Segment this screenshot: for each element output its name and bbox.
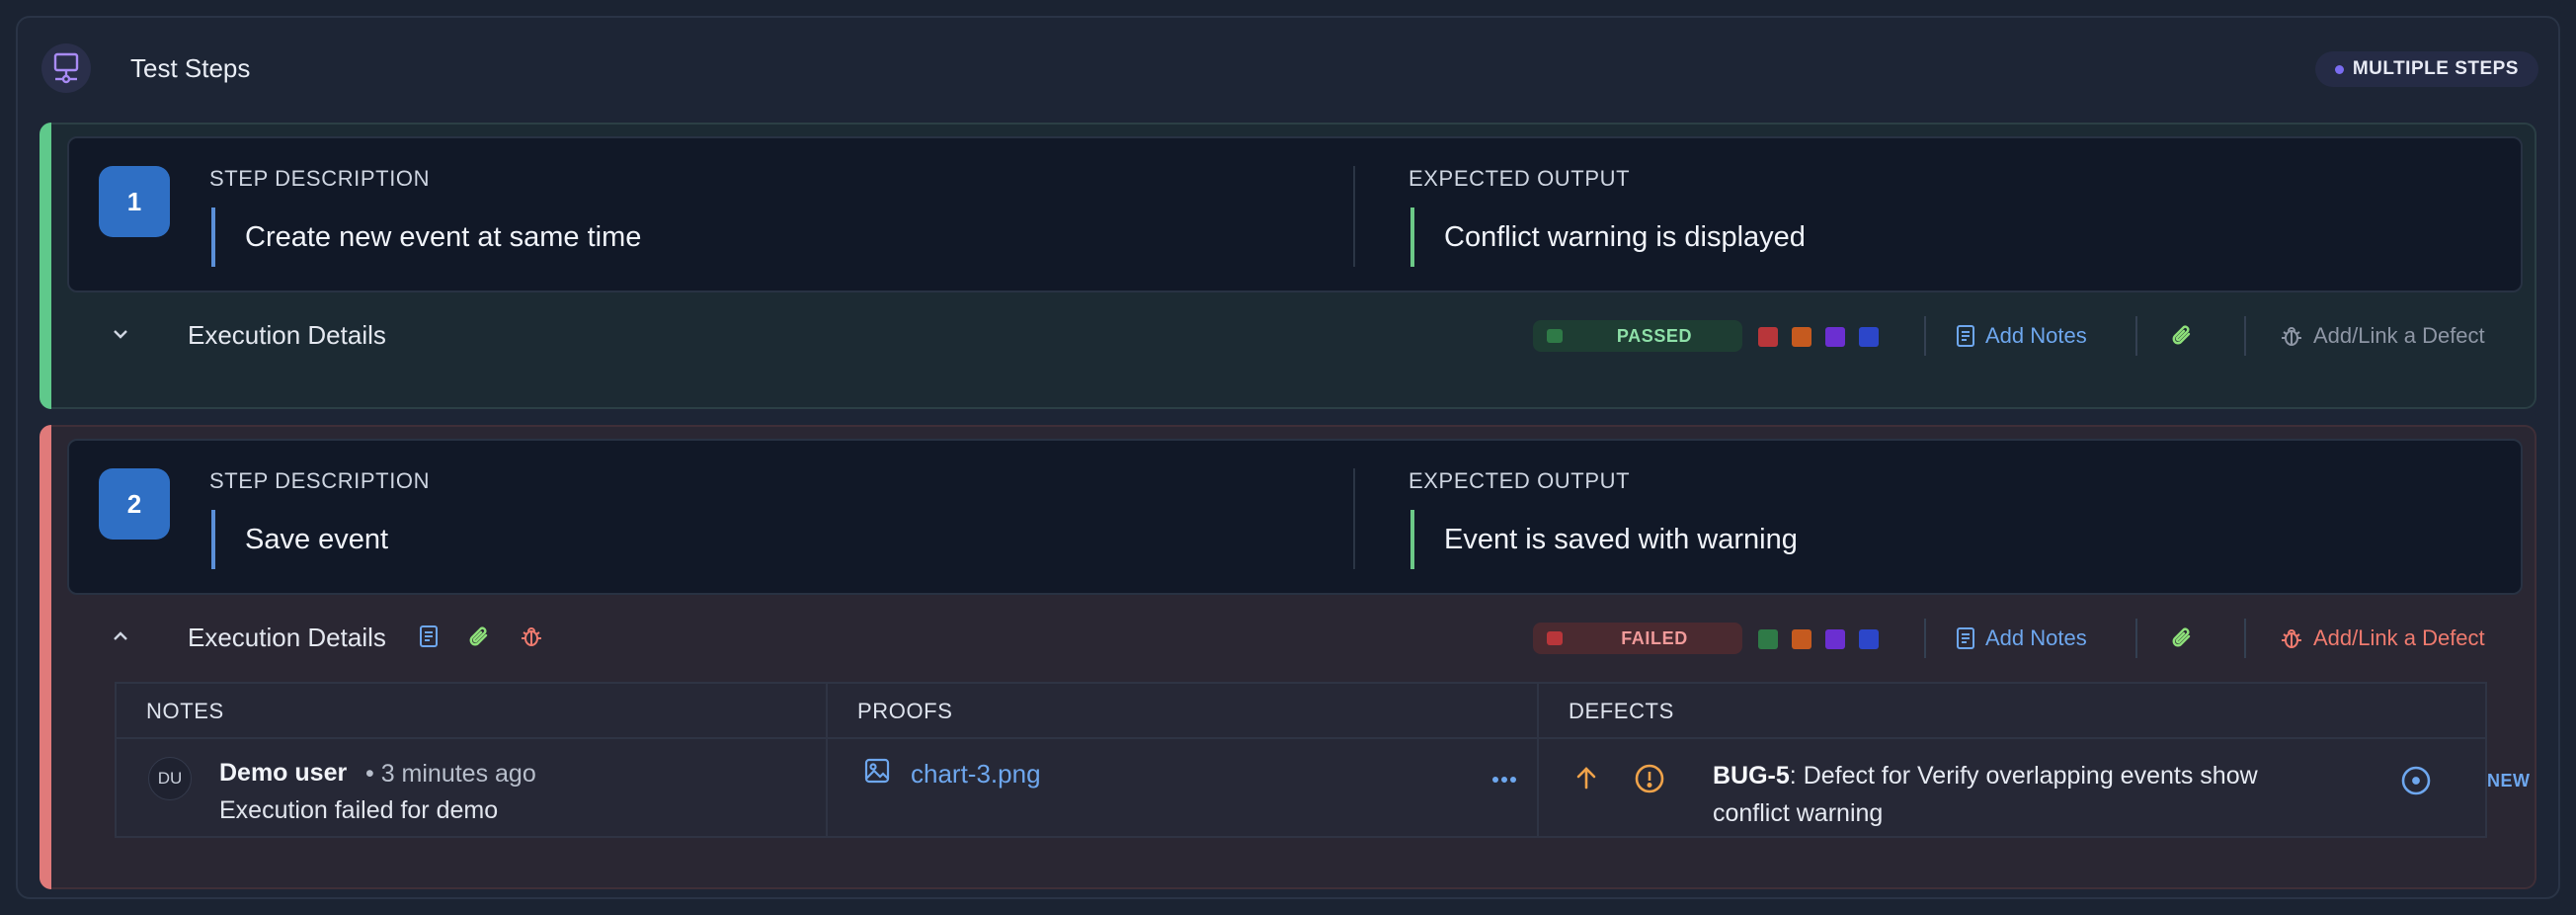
panel-header: Test Steps MULTIPLE STEPS [38, 40, 2538, 101]
avatar: DU [148, 757, 192, 800]
bug-icon [522, 627, 541, 646]
divider [2135, 619, 2137, 658]
paperclip-icon [469, 626, 488, 646]
proofs-column: PROOFS chart-3.png [828, 684, 1539, 836]
defect-status-icon [2400, 765, 2432, 801]
execution-details-row: Execution Details FAILED Add Notes Add/L… [67, 609, 2523, 668]
test-step-2: 2 STEP DESCRIPTION Save event EXPECTED O… [40, 425, 2536, 889]
step-card: 2 STEP DESCRIPTION Save event EXPECTED O… [67, 439, 2523, 595]
defects-column: DEFECTS BUG-5: Defect for Verify overlap… [1539, 684, 2530, 836]
step-description-label: STEP DESCRIPTION [209, 468, 431, 493]
note-author: Demo user [219, 759, 348, 787]
status-swatch-blocked[interactable] [1792, 327, 1811, 347]
defects-header: DEFECTS [1539, 684, 2485, 739]
status-swatches [1758, 327, 1879, 347]
status-color-dot [1547, 631, 1563, 645]
step-description: Create new event at same time [211, 208, 641, 267]
defect-title: : Defect for Verify overlapping events s… [1713, 762, 2258, 827]
status-swatch-retest[interactable] [1859, 327, 1879, 347]
divider [1924, 619, 1926, 658]
defect-summary[interactable]: BUG-5: Defect for Verify overlapping eve… [1713, 757, 2286, 832]
notes-header: NOTES [117, 684, 826, 739]
status-swatch-blocked[interactable] [1792, 629, 1811, 649]
paperclip-icon [2172, 325, 2191, 345]
column-divider [1353, 166, 1355, 267]
status-swatch-retest[interactable] [1859, 629, 1879, 649]
add-link-defect-button[interactable]: Add/Link a Defect [2280, 320, 2485, 352]
divider [1924, 316, 1926, 356]
expected-output: Event is saved with warning [1410, 510, 1798, 569]
defect-status-label: NEW [2487, 771, 2531, 790]
multiple-steps-badge: MULTIPLE STEPS [2314, 51, 2538, 87]
bug-icon [2282, 629, 2301, 648]
execution-details-toggle[interactable]: Execution Details [188, 320, 386, 351]
priority-arrow-up-icon [1574, 765, 1598, 795]
status-color-dot [1547, 329, 1563, 343]
attach-proof-button[interactable] [2169, 623, 2195, 654]
notes-icon [420, 625, 438, 647]
status-dropdown[interactable]: FAILED [1533, 623, 1742, 654]
status-swatch-skipped[interactable] [1825, 629, 1845, 649]
note-timestamp: • 3 minutes ago [365, 760, 536, 788]
status-dropdown[interactable]: PASSED [1533, 320, 1742, 352]
proof-file-link[interactable]: chart-3.png [911, 759, 1041, 790]
status-swatch-skipped[interactable] [1825, 327, 1845, 347]
add-link-defect-label: Add/Link a Defect [2313, 323, 2485, 348]
defect-id: BUG-5 [1713, 762, 1790, 790]
execution-details-row: Execution Details PASSED Add Notes Add/L… [67, 306, 2523, 366]
chevron-up-icon[interactable] [111, 626, 130, 646]
add-link-defect-button[interactable]: Add/Link a Defect [2280, 623, 2485, 654]
status-label: FAILED [1621, 628, 1688, 648]
panel-title: Test Steps [130, 53, 251, 83]
step-number: 2 [99, 468, 170, 540]
notes-icon [1957, 627, 1974, 649]
image-icon [863, 757, 891, 790]
step-number: 1 [99, 166, 170, 237]
test-steps-panel: Test Steps MULTIPLE STEPS 1 STEP DESCRIP… [16, 16, 2560, 899]
bug-icon [2282, 327, 2301, 346]
execution-summary-icons [419, 624, 543, 650]
test-steps-icon [41, 43, 91, 93]
divider [2135, 316, 2137, 356]
attach-proof-button[interactable] [2169, 320, 2195, 352]
add-notes-label: Add Notes [1985, 625, 2087, 650]
expected-output: Conflict warning is displayed [1410, 208, 1806, 267]
paperclip-icon [2172, 627, 2191, 647]
divider [2244, 316, 2246, 356]
add-notes-button[interactable]: Add Notes [1956, 320, 2087, 352]
expected-output-label: EXPECTED OUTPUT [1409, 468, 1631, 493]
more-options-icon[interactable] [1491, 771, 1517, 789]
divider [2244, 619, 2246, 658]
add-notes-button[interactable]: Add Notes [1956, 623, 2087, 654]
execution-details-toggle[interactable]: Execution Details [188, 623, 386, 653]
status-label: PASSED [1616, 326, 1693, 346]
status-swatches [1758, 629, 1879, 649]
notes-column: NOTES DU Demo user • 3 minutes ago Execu… [117, 684, 828, 836]
notes-icon [1957, 325, 1974, 347]
step-card: 1 STEP DESCRIPTION Create new event at s… [67, 136, 2523, 292]
chevron-down-icon[interactable] [111, 324, 130, 344]
status-swatch-failed[interactable] [1758, 327, 1778, 347]
expected-output-label: EXPECTED OUTPUT [1409, 166, 1631, 191]
execution-details-table: NOTES DU Demo user • 3 minutes ago Execu… [115, 682, 2530, 838]
note-text: Execution failed for demo [219, 796, 499, 824]
step-description-label: STEP DESCRIPTION [209, 166, 431, 191]
add-link-defect-label: Add/Link a Defect [2313, 625, 2485, 650]
add-notes-label: Add Notes [1985, 323, 2087, 348]
test-step-1: 1 STEP DESCRIPTION Create new event at s… [40, 123, 2536, 409]
warning-circle-icon [1634, 763, 1665, 799]
proofs-header: PROOFS [828, 684, 1537, 739]
column-divider [1353, 468, 1355, 569]
status-swatch-passed[interactable] [1758, 629, 1778, 649]
step-description: Save event [211, 510, 388, 569]
